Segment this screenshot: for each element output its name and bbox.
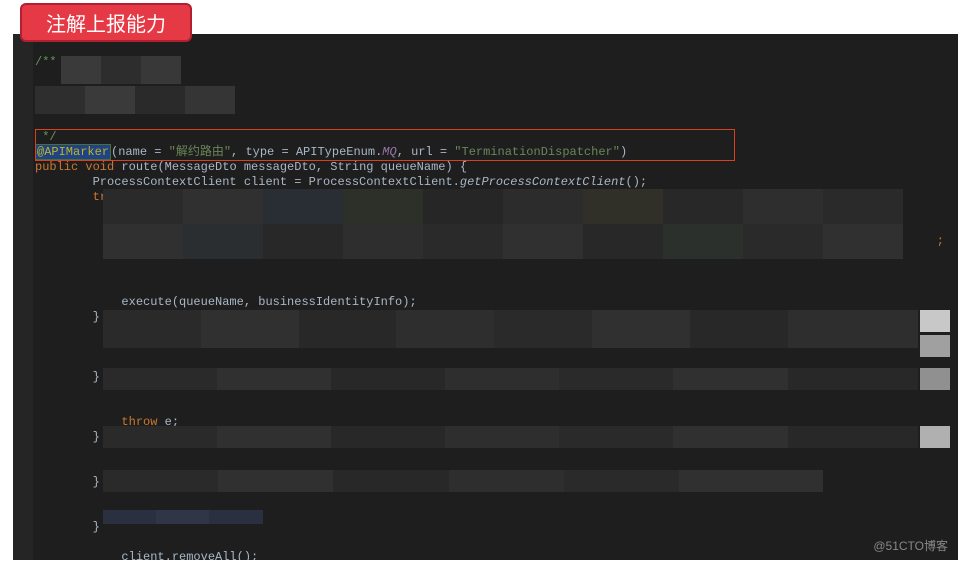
- client-line: ProcessContextClient client = ProcessCon…: [35, 175, 647, 189]
- comment-line: */: [35, 130, 57, 144]
- blur-region: [103, 310, 918, 348]
- ann-args: (name = "解约路由", type = APITypeEnum.MQ, u…: [111, 145, 627, 159]
- brace-close-mid: }: [35, 520, 100, 534]
- side-blur: [920, 368, 950, 393]
- method-name: route: [121, 160, 157, 174]
- side-blur: [920, 426, 950, 451]
- execute-line: execute(queueName, businessIdentityInfo)…: [35, 295, 417, 309]
- blur-region: [103, 189, 903, 259]
- watermark: @51CTO博客: [873, 539, 948, 554]
- blur-region: [103, 368, 918, 390]
- blur-region: [103, 426, 918, 448]
- blur-region: [61, 56, 181, 84]
- header-badge: 注解上报能力: [20, 3, 192, 42]
- gutter: [13, 34, 33, 560]
- remove-all-line: client.removeAll();: [35, 550, 258, 560]
- blur-region: [103, 470, 823, 492]
- stray-semicolon: ;: [937, 234, 944, 249]
- comment-line: /**: [35, 55, 57, 69]
- annotation-highlight: @APIMarker: [35, 144, 111, 160]
- blur-region: [103, 510, 263, 524]
- method-kw: public void: [35, 160, 121, 174]
- side-blur: [920, 310, 950, 360]
- method-params: (MessageDto messageDto, String queueName…: [157, 160, 467, 174]
- code-editor[interactable]: /** */ @APIMarker(name = "解约路由", type = …: [13, 34, 958, 560]
- blur-region: [35, 86, 235, 114]
